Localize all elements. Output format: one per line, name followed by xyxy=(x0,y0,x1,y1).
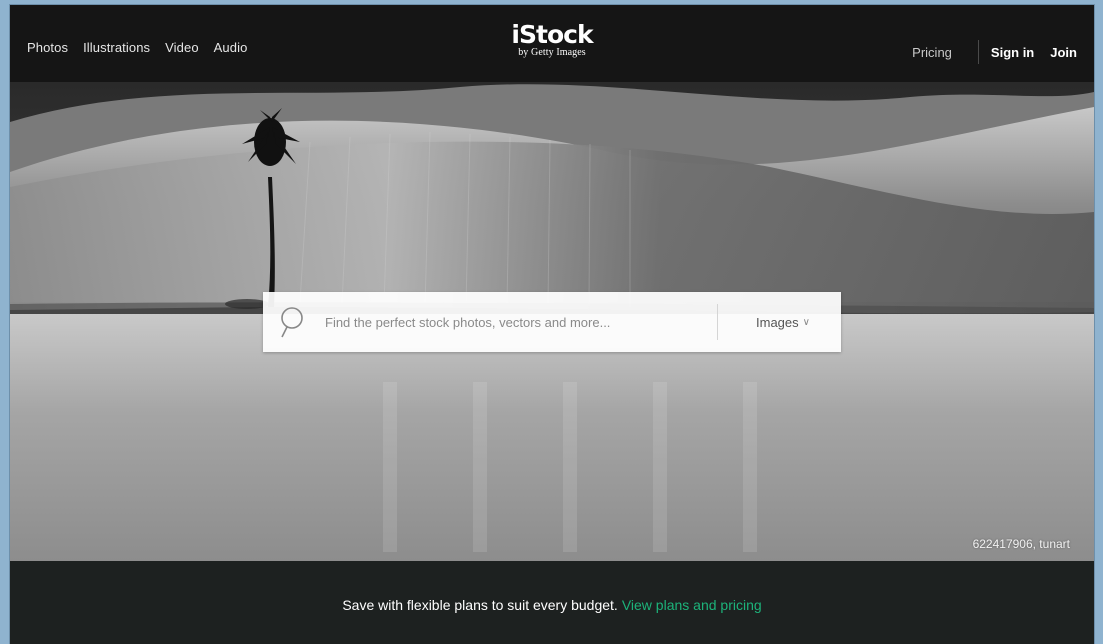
promo-text: Save with flexible plans to suit every b… xyxy=(342,597,618,613)
account-nav: Pricing Sign in Join xyxy=(912,40,1077,64)
nav-audio-link[interactable]: Audio xyxy=(214,40,248,55)
hero-image: Images ∨ 622417906, tunart xyxy=(10,82,1094,561)
search-divider xyxy=(717,304,718,340)
nav-illustrations-link[interactable]: Illustrations xyxy=(83,40,150,55)
search-icon[interactable] xyxy=(279,305,305,339)
logo-tagline: by Getty Images xyxy=(518,47,586,58)
media-type-label: Images xyxy=(756,314,799,330)
media-type-nav: Photos Illustrations Video Audio xyxy=(27,40,247,55)
pricing-link[interactable]: Pricing xyxy=(912,45,952,60)
image-credit[interactable]: 622417906, tunart xyxy=(973,537,1070,551)
nav-photos-link[interactable]: Photos xyxy=(27,40,68,55)
logo-wordmark: iStock xyxy=(511,20,593,49)
nav-divider xyxy=(977,40,979,64)
media-type-dropdown[interactable]: Images ∨ xyxy=(756,315,810,330)
promo-banner: Save with flexible plans to suit every b… xyxy=(10,561,1094,644)
istock-logo[interactable]: iStock by Getty Images xyxy=(511,20,593,58)
join-link[interactable]: Join xyxy=(1050,45,1077,60)
nav-video-link[interactable]: Video xyxy=(165,40,199,55)
chevron-down-icon: ∨ xyxy=(802,316,810,328)
top-nav: Photos Illustrations Video Audio iStock … xyxy=(10,5,1094,82)
search-bar: Images ∨ xyxy=(263,292,841,352)
browser-frame: Photos Illustrations Video Audio iStock … xyxy=(10,5,1094,644)
view-plans-link[interactable]: View plans and pricing xyxy=(622,597,762,644)
search-input[interactable] xyxy=(325,307,705,337)
sign-in-link[interactable]: Sign in xyxy=(991,45,1034,60)
